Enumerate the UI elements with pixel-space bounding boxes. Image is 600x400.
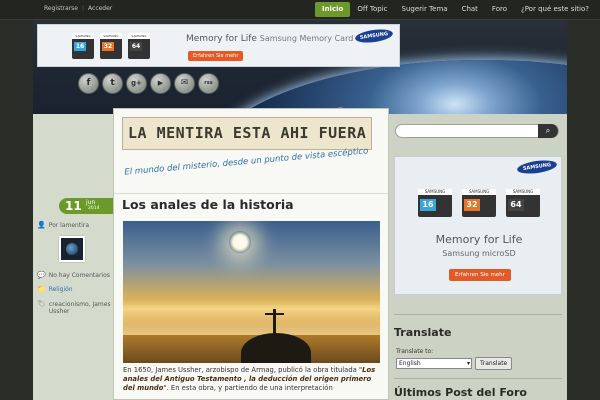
excerpt-start: En 1650, James Ussher, arzobispo de Arma… bbox=[123, 366, 363, 374]
user-icon: 👤 bbox=[37, 221, 46, 229]
sidebar-ad[interactable]: SAMSUNG SAMSUNG 16 SAMSUNG 32 SAMSUNG 64 Me… bbox=[394, 156, 562, 295]
main-content: LA MENTIRA ESTA AHI FUERA El mundo del m… bbox=[113, 108, 389, 400]
card-brand: SAMSUNG bbox=[100, 33, 122, 39]
statue-image bbox=[273, 309, 276, 335]
card-brand: SAMSUNG bbox=[462, 189, 496, 195]
site-title: LA MENTIRA ESTA AHI FUERA bbox=[128, 124, 367, 142]
card-capacity: 32 bbox=[102, 42, 114, 51]
post-title[interactable]: Los anales de la historia bbox=[114, 193, 388, 215]
hill-image bbox=[241, 333, 311, 363]
sidebar: ⌕ SAMSUNG SAMSUNG 16 SAMSUNG 32 SAMSUNG 64 … bbox=[389, 114, 567, 400]
google-plus-icon[interactable]: g+ bbox=[126, 73, 147, 94]
memory-card: SAMSUNG 16 bbox=[418, 189, 452, 217]
memory-card: SAMSUNG 64 bbox=[506, 189, 540, 217]
ad-headline: Memory for Life Samsung Memory Card bbox=[186, 34, 353, 44]
translate-title: Translate bbox=[394, 326, 452, 339]
social-icons: f t g+ ▶ ✉ rss bbox=[78, 73, 219, 94]
memory-card: SAMSUNG 16 bbox=[72, 33, 94, 59]
card-capacity: 64 bbox=[508, 199, 524, 211]
auth-links: Registrarse | Acceder bbox=[44, 5, 112, 12]
nav-item-off-topic[interactable]: Off Topic bbox=[350, 2, 394, 17]
date-day: 11 bbox=[65, 199, 82, 213]
post-meta-column: 11 jun 2014 👤 Por lamentira 💬 No hay Com… bbox=[33, 114, 119, 400]
tags-link[interactable]: creacionismo, James Ussher bbox=[49, 301, 112, 315]
samsung-logo: SAMSUNG bbox=[354, 27, 394, 45]
divider bbox=[394, 314, 562, 315]
tag-icon: 🏷 bbox=[37, 300, 46, 308]
comments-link[interactable]: No hay Comentarios bbox=[49, 272, 110, 279]
content-wrapper: 11 jun 2014 👤 Por lamentira 💬 No hay Com… bbox=[33, 108, 567, 400]
memory-cards: SAMSUNG 16 SAMSUNG 32 SAMSUNG 64 bbox=[418, 189, 540, 217]
avatar[interactable] bbox=[59, 236, 85, 262]
comment-icon: 💬 bbox=[37, 271, 46, 279]
category-meta: 📁 Religión bbox=[37, 285, 112, 294]
ad-cta-button[interactable]: Erfahren Sie mehr bbox=[449, 269, 511, 281]
site-logo-banner[interactable]: LA MENTIRA ESTA AHI FUERA bbox=[122, 117, 372, 150]
twitter-icon[interactable]: t bbox=[102, 73, 123, 94]
login-link[interactable]: Acceder bbox=[88, 5, 112, 12]
nav-item-sugerir-tema[interactable]: Sugerir Tema bbox=[395, 2, 455, 17]
header-ad-banner[interactable]: SAMSUNG 16 SAMSUNG 32 SAMSUNG 64 Memory for… bbox=[37, 24, 400, 67]
card-capacity: 64 bbox=[130, 42, 142, 51]
excerpt-end: ". En esta obra, y partiendo de una inte… bbox=[163, 384, 333, 392]
card-brand: SAMSUNG bbox=[506, 189, 540, 195]
top-bar: Registrarse | Acceder Inicio Off Topic S… bbox=[0, 0, 600, 20]
author-link[interactable]: Por lamentira bbox=[49, 222, 89, 229]
date-year: 2014 bbox=[88, 206, 100, 211]
register-link[interactable]: Registrarse bbox=[44, 5, 78, 12]
card-capacity: 16 bbox=[74, 42, 86, 51]
samsung-logo: SAMSUNG bbox=[516, 158, 558, 176]
facebook-icon[interactable]: f bbox=[78, 73, 99, 94]
rss-icon[interactable]: rss bbox=[198, 73, 219, 94]
date-month: jun bbox=[86, 199, 96, 206]
site-tagline: El mundo del misterio, desde un punto de… bbox=[124, 146, 369, 178]
nav-item-por-que[interactable]: ¿Por qué este sitio? bbox=[514, 2, 596, 17]
language-select[interactable]: English bbox=[396, 358, 472, 369]
translate-label: Translate to: bbox=[396, 348, 434, 355]
memory-card: SAMSUNG 64 bbox=[128, 33, 150, 59]
folder-icon: 📁 bbox=[37, 285, 46, 293]
post-excerpt: En 1650, James Ussher, arzobispo de Arma… bbox=[123, 366, 381, 393]
nav-item-foro[interactable]: Foro bbox=[485, 2, 514, 17]
forum-posts-title: Últimos Post del Foro bbox=[394, 386, 527, 399]
translate-button[interactable]: Translate bbox=[475, 357, 513, 370]
card-capacity: 16 bbox=[420, 199, 436, 211]
ad-cta-button[interactable]: Erfahren Sie mehr bbox=[188, 51, 244, 61]
ad-headline: Memory for Life bbox=[435, 233, 523, 246]
card-brand: SAMSUNG bbox=[72, 33, 94, 39]
card-brand: SAMSUNG bbox=[128, 33, 150, 39]
clouds-image bbox=[123, 305, 380, 335]
search-icon[interactable]: ⌕ bbox=[538, 124, 558, 138]
memory-card: SAMSUNG 32 bbox=[100, 33, 122, 59]
site-header: SAMSUNG 16 SAMSUNG 32 SAMSUNG 64 Memory for… bbox=[33, 20, 567, 114]
post-featured-image[interactable] bbox=[123, 221, 380, 363]
nav-item-inicio[interactable]: Inicio bbox=[314, 2, 351, 17]
email-icon[interactable]: ✉ bbox=[174, 73, 195, 94]
ad-headline-sub: Samsung Memory Card bbox=[259, 34, 354, 43]
card-brand: SAMSUNG bbox=[418, 189, 452, 195]
ad-subheadline: Samsung microSD bbox=[442, 249, 516, 258]
memory-cards: SAMSUNG 16 SAMSUNG 32 SAMSUNG 64 bbox=[72, 33, 150, 59]
card-capacity: 32 bbox=[464, 199, 480, 211]
divider bbox=[394, 378, 562, 379]
earth-image bbox=[203, 60, 567, 114]
youtube-icon[interactable]: ▶ bbox=[150, 73, 171, 94]
tags-meta: 🏷 creacionismo, James Ussher bbox=[37, 300, 112, 316]
ad-headline-main: Memory for Life bbox=[186, 34, 257, 44]
sun-image bbox=[229, 231, 251, 253]
author-meta: 👤 Por lamentira bbox=[37, 221, 112, 230]
separator: | bbox=[81, 5, 85, 12]
search-input[interactable]: ⌕ bbox=[395, 124, 559, 138]
memory-card: SAMSUNG 32 bbox=[462, 189, 496, 217]
date-badge: 11 jun 2014 bbox=[59, 198, 119, 214]
main-nav: Inicio Off Topic Sugerir Tema Chat Foro … bbox=[314, 2, 596, 17]
comments-meta: 💬 No hay Comentarios bbox=[37, 271, 112, 280]
category-link[interactable]: Religión bbox=[49, 286, 73, 293]
nav-item-chat[interactable]: Chat bbox=[455, 2, 485, 17]
